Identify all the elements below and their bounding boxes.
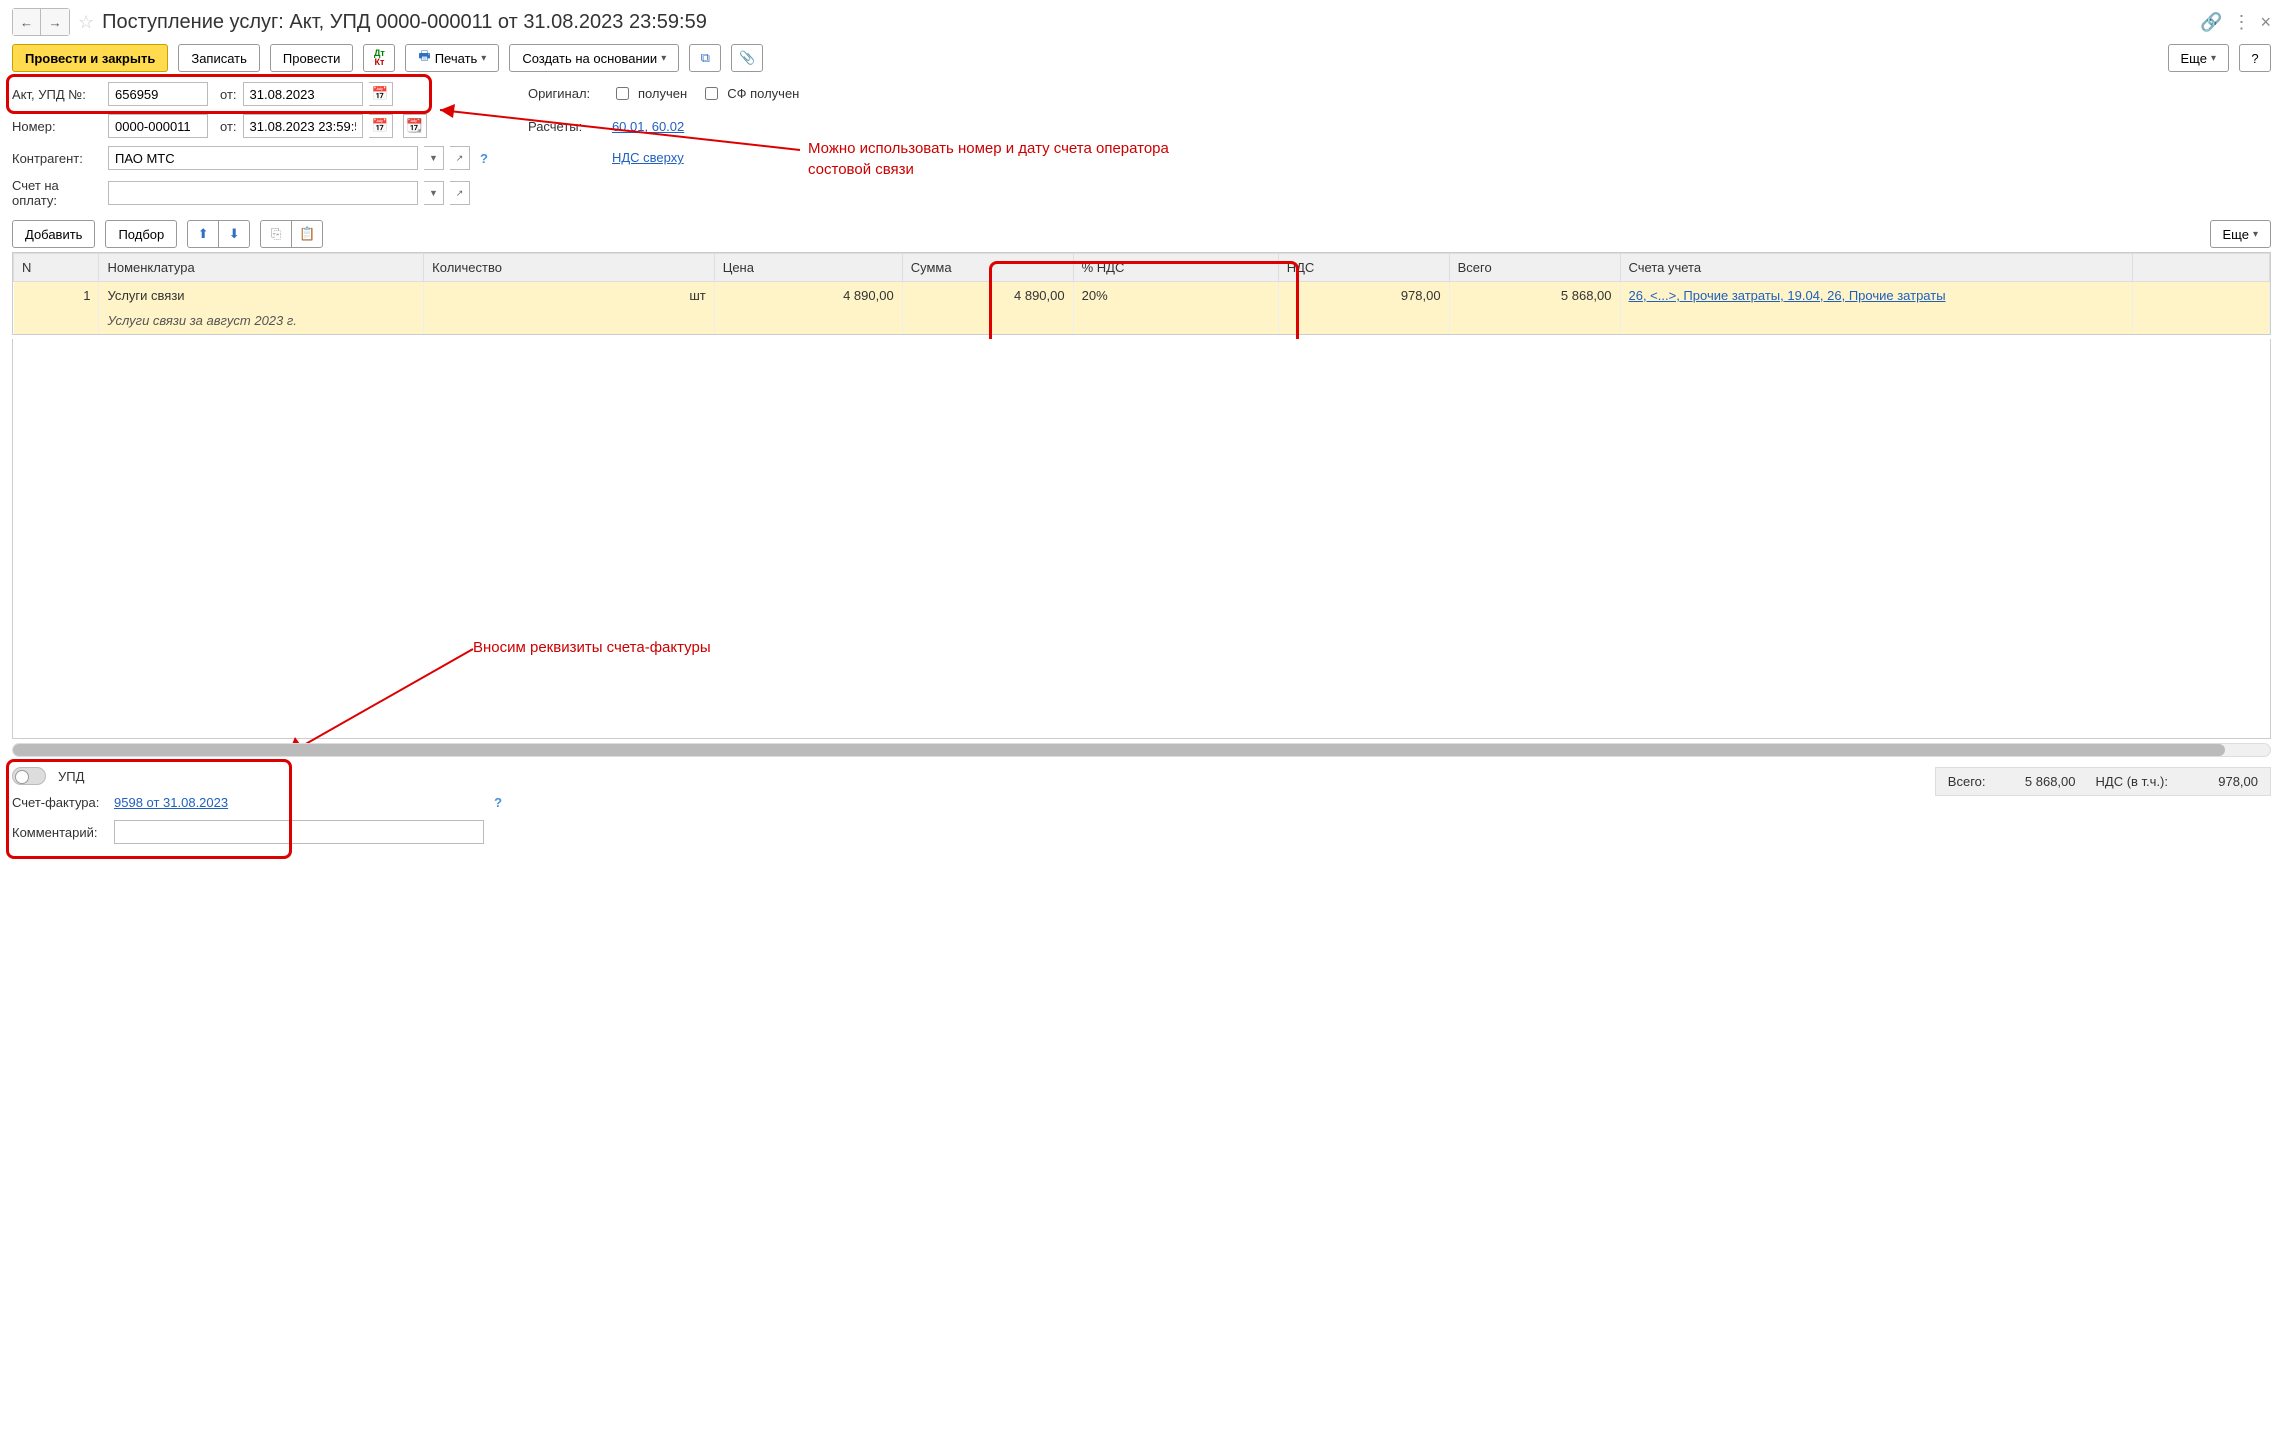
dtkt-icon: ДтКт [374,49,385,67]
invoice-input[interactable] [108,181,418,205]
sf-link[interactable]: 9598 от 31.08.2023 [114,795,228,810]
counterparty-dropdown-button[interactable]: ▼ [424,146,444,170]
cell-n: 1 [14,282,99,335]
page-title: Поступление услуг: Акт, УПД 0000-000011 … [102,11,2192,34]
upd-toggle[interactable] [12,767,46,785]
nav-back-button[interactable]: ← [13,9,41,35]
th-quantity: Количество [424,254,715,282]
th-total: Всего [1449,254,1620,282]
items-table[interactable]: N Номенклатура Количество Цена Сумма % Н… [13,253,2270,334]
dtkt-button[interactable]: ДтКт [363,44,395,72]
sf-label: Счет-фактура: [12,795,108,810]
th-sum: Сумма [902,254,1073,282]
cell-sum[interactable]: 4 890,00 [902,282,1073,335]
invoice-open-button[interactable]: ↗ [450,181,470,205]
th-vat: НДС [1278,254,1449,282]
sf-received-label: СФ получен [727,86,799,101]
counterparty-open-button[interactable]: ↗ [450,146,470,170]
add-row-button[interactable]: Добавить [12,220,95,248]
cell-price[interactable]: 4 890,00 [714,282,902,335]
vat-mode-link[interactable]: НДС сверху [612,150,684,165]
tree-icon: ⧉ [701,50,710,66]
annotation-text-bottom: Вносим реквизиты счета-фактуры [473,637,723,658]
invoice-dropdown-button[interactable]: ▼ [424,181,444,205]
post-button[interactable]: Провести [270,44,354,72]
from-label-1: от: [220,87,237,102]
arrow-up-icon: ⬆ [198,226,209,242]
cell-nomenclature[interactable]: Услуги связи Услуги связи за август 2023… [99,282,424,335]
close-icon[interactable]: × [2260,12,2271,33]
favorite-star-icon[interactable]: ☆ [78,12,94,33]
received-label: получен [638,86,687,101]
th-nomenclature: Номенклатура [99,254,424,282]
structure-button[interactable]: ⧉ [689,44,721,72]
total-value: 5 868,00 [2006,774,2076,789]
th-n: N [14,254,99,282]
number-date-picker-button[interactable]: 📅 [369,114,393,138]
number-label: Номер: [12,119,102,134]
nav-forward-button[interactable]: → [41,9,69,35]
table-empty-area: Вносим реквизиты счета-фактуры [12,339,2271,739]
settlements-link[interactable]: 60.01, 60.02 [612,119,684,134]
cell-vat-pct[interactable]: 20% [1073,282,1278,335]
number-input[interactable] [108,114,208,138]
received-checkbox[interactable] [616,87,629,100]
calendar-icon: 📅 [372,86,389,102]
schedule-button[interactable]: 📆 [403,114,427,138]
paperclip-icon: 📎 [739,50,755,66]
annotation-text-top: Можно использовать номер и дату счета оп… [808,138,1188,180]
select-button[interactable]: Подбор [105,220,177,248]
act-date-input[interactable] [243,82,363,106]
counterparty-label: Контрагент: [12,151,102,166]
total-label: Всего: [1948,774,1986,789]
act-number-input[interactable] [108,82,208,106]
cell-quantity[interactable]: шт [424,282,715,335]
invoice-label: Счет на оплату: [12,178,102,208]
sf-help[interactable]: ? [494,795,502,810]
help-button[interactable]: ? [2239,44,2271,72]
print-button[interactable]: 🖶 Печать [405,44,499,72]
calendar-check-icon: 📆 [406,118,423,134]
number-date-input[interactable] [243,114,363,138]
create-based-on-button[interactable]: Создать на основании [509,44,679,72]
move-up-button[interactable]: ⬆ [187,220,219,248]
settlements-label: Расчеты: [528,119,598,134]
sf-received-checkbox[interactable] [705,87,718,100]
comment-label: Комментарий: [12,825,108,840]
printer-icon: 🖶 [418,47,430,69]
cell-vat[interactable]: 978,00 [1278,282,1449,335]
link-icon[interactable]: 🔗 [2200,12,2222,33]
paste-icon: 📋 [299,226,315,242]
th-vat-pct: % НДС [1073,254,1278,282]
from-label-2: от: [220,119,237,134]
paste-button[interactable]: 📋 [291,220,323,248]
th-accounts: Счета учета [1620,254,2133,282]
attach-button[interactable]: 📎 [731,44,763,72]
vat-incl-label: НДС (в т.ч.): [2096,774,2169,789]
original-label: Оригинал: [528,86,598,101]
footer-totals: Всего: 5 868,00 НДС (в т.ч.): 978,00 [1935,767,2271,796]
act-date-picker-button[interactable]: 📅 [369,82,393,106]
arrow-down-icon: ⬇ [229,226,240,242]
more-button[interactable]: Еще [2168,44,2229,72]
post-and-close-button[interactable]: Провести и закрыть [12,44,168,72]
calendar-icon: 📅 [372,118,389,134]
move-down-button[interactable]: ⬇ [218,220,250,248]
table-row[interactable]: 1 Услуги связи Услуги связи за август 20… [14,282,2270,335]
save-button[interactable]: Записать [178,44,260,72]
copy-icon: ⎘ [271,226,281,242]
cell-accounts[interactable]: 26, <...>, Прочие затраты, 19.04, 26, Пр… [1620,282,2133,335]
th-price: Цена [714,254,902,282]
horizontal-scrollbar[interactable] [12,743,2271,757]
counterparty-help[interactable]: ? [480,151,488,166]
act-number-label: Акт, УПД №: [12,87,102,102]
vat-incl-value: 978,00 [2188,774,2258,789]
more-menu-icon[interactable]: ⋮ [2232,12,2250,33]
upd-label: УПД [58,769,84,784]
comment-input[interactable] [114,820,484,844]
copy-button[interactable]: ⎘ [260,220,292,248]
table-more-button[interactable]: Еще [2210,220,2271,248]
cell-total[interactable]: 5 868,00 [1449,282,1620,335]
counterparty-input[interactable] [108,146,418,170]
